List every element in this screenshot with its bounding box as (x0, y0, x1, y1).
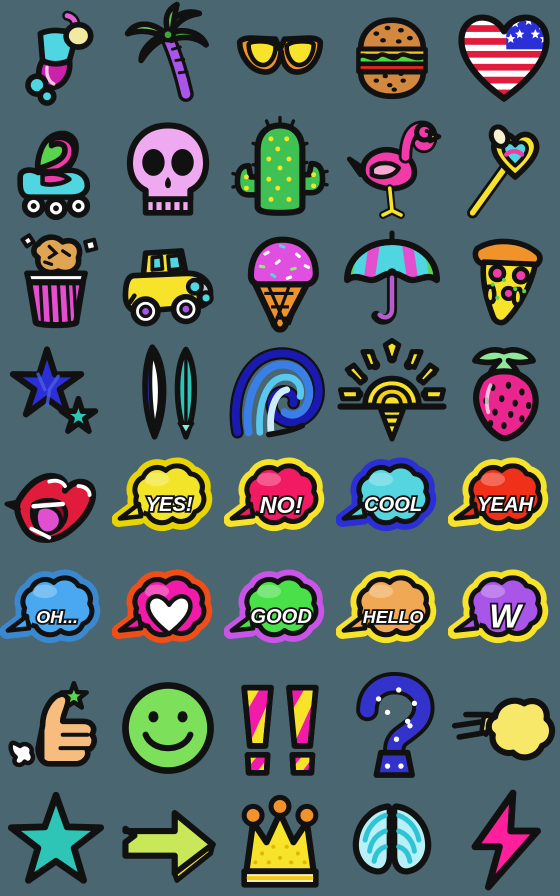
sticker-vintage-car[interactable] (112, 224, 224, 336)
sticker-bubble-heart[interactable] (112, 560, 224, 672)
thumbs-up-icon (0, 672, 112, 784)
sticker-bubble-no[interactable]: NO! (224, 448, 336, 560)
sticker-lightning-bolt[interactable] (448, 784, 560, 896)
lightning-icon (448, 784, 560, 896)
hamburger-icon (336, 0, 448, 112)
svg-text:GOOD: GOOD (250, 606, 312, 628)
sticker-bubble-oh[interactable]: OH... (0, 560, 112, 672)
svg-text:YEAH: YEAH (477, 494, 533, 516)
sticker-ocean-wave[interactable] (224, 336, 336, 448)
heart-wand-icon (448, 112, 560, 224)
sticker-ice-cream-cone[interactable] (224, 224, 336, 336)
star-icon (0, 784, 112, 896)
ice-cream-icon (224, 224, 336, 336)
emoji-sticker-grid: YES! NO! COOL YEAH OH... GOOD HELLO W (0, 0, 560, 896)
roller-skate-icon (0, 112, 112, 224)
svg-text:YES!: YES! (146, 494, 193, 516)
speech-bubble-heart-icon (112, 560, 224, 672)
flamingo-icon (336, 112, 448, 224)
flag-heart-icon (448, 0, 560, 112)
sticker-puff-cloud[interactable] (448, 672, 560, 784)
sticker-bubble-good[interactable]: GOOD (224, 560, 336, 672)
sticker-heart-wand[interactable] (448, 112, 560, 224)
pizza-icon (448, 224, 560, 336)
sticker-cocktail-drink[interactable] (0, 0, 112, 112)
speech-bubble-icon: NO! (224, 448, 336, 560)
sticker-roller-skate[interactable] (0, 112, 112, 224)
puff-cloud-icon (448, 672, 560, 784)
svg-text:W: W (489, 599, 524, 636)
exclamation-icon (224, 672, 336, 784)
question-mark-icon (336, 672, 448, 784)
sticker-starfish[interactable] (0, 336, 112, 448)
starfish-icon (0, 336, 112, 448)
vintage-car-icon (112, 224, 224, 336)
sticker-bubble-w[interactable]: W (448, 560, 560, 672)
smiley-icon (112, 672, 224, 784)
sticker-pizza-slice[interactable] (448, 224, 560, 336)
sticker-double-exclamation[interactable] (224, 672, 336, 784)
sticker-crown[interactable] (224, 784, 336, 896)
popcorn-icon (0, 224, 112, 336)
speech-bubble-icon: OH... (0, 560, 112, 672)
sticker-bubble-cool[interactable]: COOL (336, 448, 448, 560)
sticker-arrow-right[interactable] (112, 784, 224, 896)
cocktail-icon (0, 0, 112, 112)
sticker-bubble-yes[interactable]: YES! (112, 448, 224, 560)
sticker-question-mark[interactable] (336, 672, 448, 784)
sticker-flamingo[interactable] (336, 112, 448, 224)
surfboard-icon (112, 336, 224, 448)
palm-tree-icon (112, 0, 224, 112)
sunglasses-icon (224, 0, 336, 112)
speech-bubble-icon: W (448, 560, 560, 672)
svg-text:HELLO: HELLO (363, 607, 424, 627)
arrow-right-icon (112, 784, 224, 896)
crown-icon (224, 784, 336, 896)
speech-bubble-icon: YEAH (448, 448, 560, 560)
speech-bubble-icon: COOL (336, 448, 448, 560)
strawberry-icon (448, 336, 560, 448)
cactus-icon (224, 112, 336, 224)
sticker-bubble-hello[interactable]: HELLO (336, 560, 448, 672)
sticker-umbrella[interactable] (336, 224, 448, 336)
sunset-icon (336, 336, 448, 448)
sticker-star[interactable] (0, 784, 112, 896)
skull-icon (112, 112, 224, 224)
umbrella-icon (336, 224, 448, 336)
sticker-sunglasses[interactable] (224, 0, 336, 112)
sticker-popcorn[interactable] (0, 224, 112, 336)
speech-bubble-icon: HELLO (336, 560, 448, 672)
svg-text:NO!: NO! (260, 492, 303, 518)
lips-icon (0, 448, 112, 560)
sticker-bubble-yeah[interactable]: YEAH (448, 448, 560, 560)
sticker-palm-tree[interactable] (112, 0, 224, 112)
sticker-usa-flag-heart[interactable] (448, 0, 560, 112)
sticker-lips[interactable] (0, 448, 112, 560)
svg-text:COOL: COOL (364, 494, 422, 516)
sticker-sunset[interactable] (336, 336, 448, 448)
sticker-angel-wings[interactable] (336, 784, 448, 896)
sticker-smiley-face[interactable] (112, 672, 224, 784)
sticker-skull[interactable] (112, 112, 224, 224)
sticker-thumbs-up[interactable] (0, 672, 112, 784)
sticker-strawberry[interactable] (448, 336, 560, 448)
speech-bubble-icon: YES! (112, 448, 224, 560)
sticker-surfboards[interactable] (112, 336, 224, 448)
svg-text:OH...: OH... (36, 607, 78, 627)
wave-icon (224, 336, 336, 448)
wings-icon (336, 784, 448, 896)
sticker-hamburger[interactable] (336, 0, 448, 112)
speech-bubble-icon: GOOD (224, 560, 336, 672)
sticker-cactus[interactable] (224, 112, 336, 224)
